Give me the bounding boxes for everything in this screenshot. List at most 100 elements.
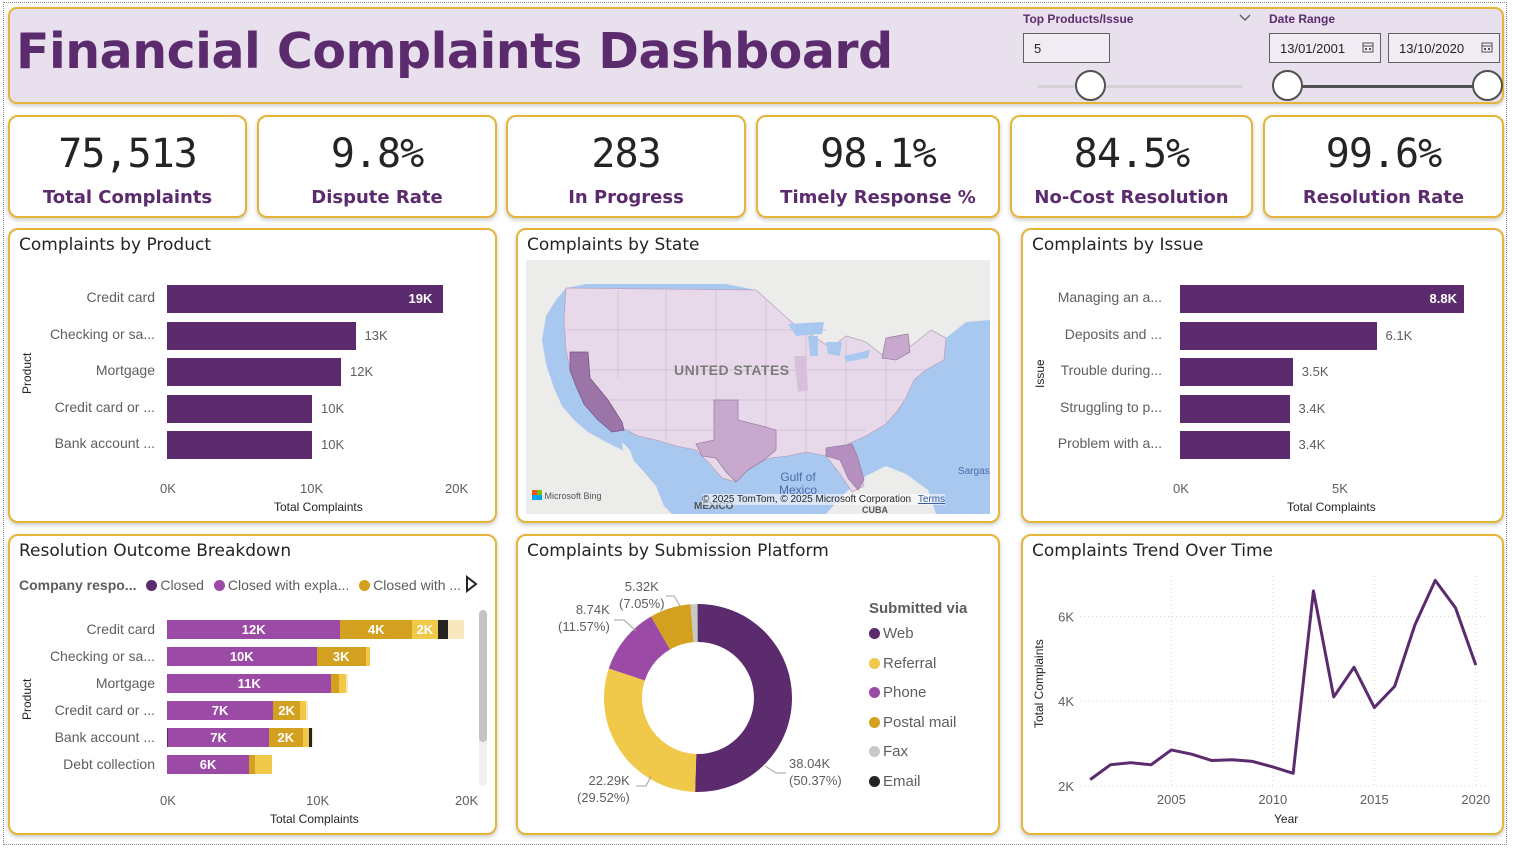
calendar-icon[interactable] — [1481, 41, 1493, 56]
bar[interactable] — [1180, 285, 1464, 313]
bar[interactable] — [167, 394, 312, 423]
map-svg — [526, 260, 990, 514]
scrollbar-thumb[interactable] — [479, 610, 487, 742]
bar[interactable] — [1180, 321, 1377, 350]
x-tick-label: 20K — [445, 481, 469, 496]
legend-item-referral[interactable]: Referral — [869, 655, 936, 672]
map-sargasso-label: Sargas — [958, 466, 990, 477]
page-title: Financial Complaints Dashboard — [16, 23, 893, 80]
bing-label: Microsoft Bing — [544, 491, 602, 501]
legend-label: Phone — [883, 684, 927, 701]
product-chart-card[interactable]: Complaints by Product Product Credit car… — [8, 228, 497, 523]
kpi-card-no-cost-resolution[interactable]: 84.5% No-Cost Resolution — [1010, 115, 1253, 218]
bar[interactable] — [167, 321, 356, 350]
scrollbar[interactable] — [479, 610, 487, 786]
bar-segment[interactable] — [338, 674, 347, 693]
date-end-input[interactable]: 13/10/2020 — [1388, 33, 1500, 63]
legend-item-web[interactable]: Web — [869, 625, 914, 642]
bar[interactable] — [1180, 394, 1290, 423]
x-axis-title: Total Complaints — [274, 500, 363, 514]
platform-chart-card[interactable]: Complaints by Submission Platform 5.32K(… — [516, 534, 1000, 835]
data-label: 3.4K — [1298, 437, 1326, 452]
data-label: 6.1K — [1385, 327, 1413, 343]
legend-dot — [146, 580, 158, 591]
category-label: Bank account ... — [54, 435, 155, 451]
x-tick-label: 10K — [300, 481, 324, 496]
legend-label: Email — [883, 772, 921, 790]
legend-dot — [359, 580, 371, 591]
trend-line-chart[interactable]: 2K 4K 6K 2005 2010 2015 2020 — [1023, 536, 1502, 833]
date-start-slider-handle[interactable] — [1272, 70, 1303, 101]
legend-item-closed-with-explanation[interactable]: Closed with expla... — [213, 577, 349, 593]
slice-value: 5.32K — [624, 579, 659, 594]
resolution-chart-card[interactable]: Resolution Outcome Breakdown Company res… — [8, 534, 497, 835]
x-tick-label: 2010 — [1258, 792, 1287, 807]
legend-item-phone[interactable]: Phone — [869, 684, 926, 701]
kpi-card-total-complaints[interactable]: 75,513 Total Complaints — [8, 115, 247, 218]
map-copyright: © 2025 TomTom, © 2025 Microsoft Corporat… — [702, 494, 946, 505]
bar[interactable] — [1180, 431, 1290, 459]
kpi-card-dispute-rate[interactable]: 9.8% Dispute Rate — [257, 115, 497, 218]
y-axis-title: Issue — [1033, 359, 1047, 388]
bing-logo: Microsoft Bing — [532, 490, 602, 501]
map-cuba-label: CUBA — [862, 505, 888, 514]
top-products-slider-handle[interactable] — [1075, 70, 1106, 101]
bar-segment[interactable] — [448, 620, 465, 639]
kpi-card-in-progress[interactable]: 283 In Progress — [506, 115, 746, 218]
map-viewport[interactable]: UNITED STATES Gulf of Mexico MÉXICO CUBA… — [526, 260, 990, 514]
bar[interactable] — [167, 431, 312, 459]
trend-chart-card[interactable]: Complaints Trend Over Time Total Complai… — [1021, 534, 1504, 835]
data-label: 19K — [408, 291, 433, 306]
x-tick-label: 2005 — [1157, 792, 1186, 807]
legend-label: Postal mail — [883, 713, 957, 731]
slice-value: 8.74K — [575, 602, 610, 617]
data-label: 10K — [321, 437, 345, 452]
date-start-value: 13/01/2001 — [1280, 41, 1346, 56]
calendar-icon[interactable] — [1362, 41, 1374, 56]
date-end-slider-handle[interactable] — [1472, 70, 1503, 101]
donut-slice-web[interactable] — [695, 604, 793, 792]
legend-next-icon[interactable] — [464, 574, 478, 597]
data-label: 7K — [210, 730, 227, 745]
kpi-label: No-Cost Resolution — [1034, 187, 1229, 208]
bar-segment[interactable] — [255, 755, 272, 774]
bar-segment[interactable] — [437, 620, 449, 639]
kpi-value: 99.6% — [1325, 131, 1442, 177]
data-label: 10K — [321, 400, 345, 416]
x-tick-label: 0K — [160, 481, 176, 496]
category-label: Credit card or ... — [54, 398, 155, 415]
legend-item-postal-mail[interactable]: Postal mail — [869, 714, 956, 731]
bar-segment[interactable] — [312, 728, 314, 747]
legend-item-closed[interactable]: Closed — [146, 577, 204, 593]
bar-segment[interactable] — [331, 674, 339, 693]
date-range-slider-track[interactable] — [1286, 85, 1488, 88]
legend-item-fax[interactable]: Fax — [869, 743, 908, 760]
date-start-input[interactable]: 13/01/2001 — [1269, 33, 1381, 63]
legend-item-closed-with[interactable]: Closed with ... — [359, 577, 461, 593]
bar-segment[interactable] — [306, 701, 308, 720]
category-label: Struggling to p... — [1060, 398, 1162, 415]
bar-segment[interactable] — [346, 674, 348, 693]
kpi-value: 75,513 — [58, 131, 198, 177]
top-products-slider-track[interactable] — [1038, 85, 1242, 88]
bar[interactable] — [1180, 358, 1293, 386]
kpi-card-resolution-rate[interactable]: 99.6% Resolution Rate — [1263, 115, 1504, 218]
x-tick-label: 2015 — [1360, 792, 1389, 807]
bar[interactable] — [167, 285, 443, 313]
kpi-card-timely-response[interactable]: 98.1% Timely Response % — [756, 115, 1000, 218]
legend-label: Closed — [160, 577, 204, 593]
data-label: 8.8K — [1429, 291, 1458, 306]
terms-link[interactable]: Terms — [918, 494, 945, 505]
trend-line[interactable] — [1089, 578, 1478, 781]
bar[interactable] — [167, 358, 341, 386]
bar-segment[interactable] — [365, 647, 371, 666]
category-label: Checking or sa... — [49, 325, 155, 342]
top-products-input[interactable]: 5 — [1023, 33, 1110, 63]
kpi-label: Resolution Rate — [1302, 187, 1465, 208]
category-label: Credit card — [86, 621, 155, 637]
chevron-down-icon[interactable] — [1238, 9, 1252, 28]
legend-item-email[interactable]: Email — [869, 773, 921, 790]
issue-chart-card[interactable]: Complaints by Issue Issue Managing an a.… — [1021, 228, 1504, 523]
category-label: Trouble during... — [1060, 362, 1162, 378]
state-map-card[interactable]: Complaints by State UNITED STATES Gulf o… — [516, 228, 1000, 523]
